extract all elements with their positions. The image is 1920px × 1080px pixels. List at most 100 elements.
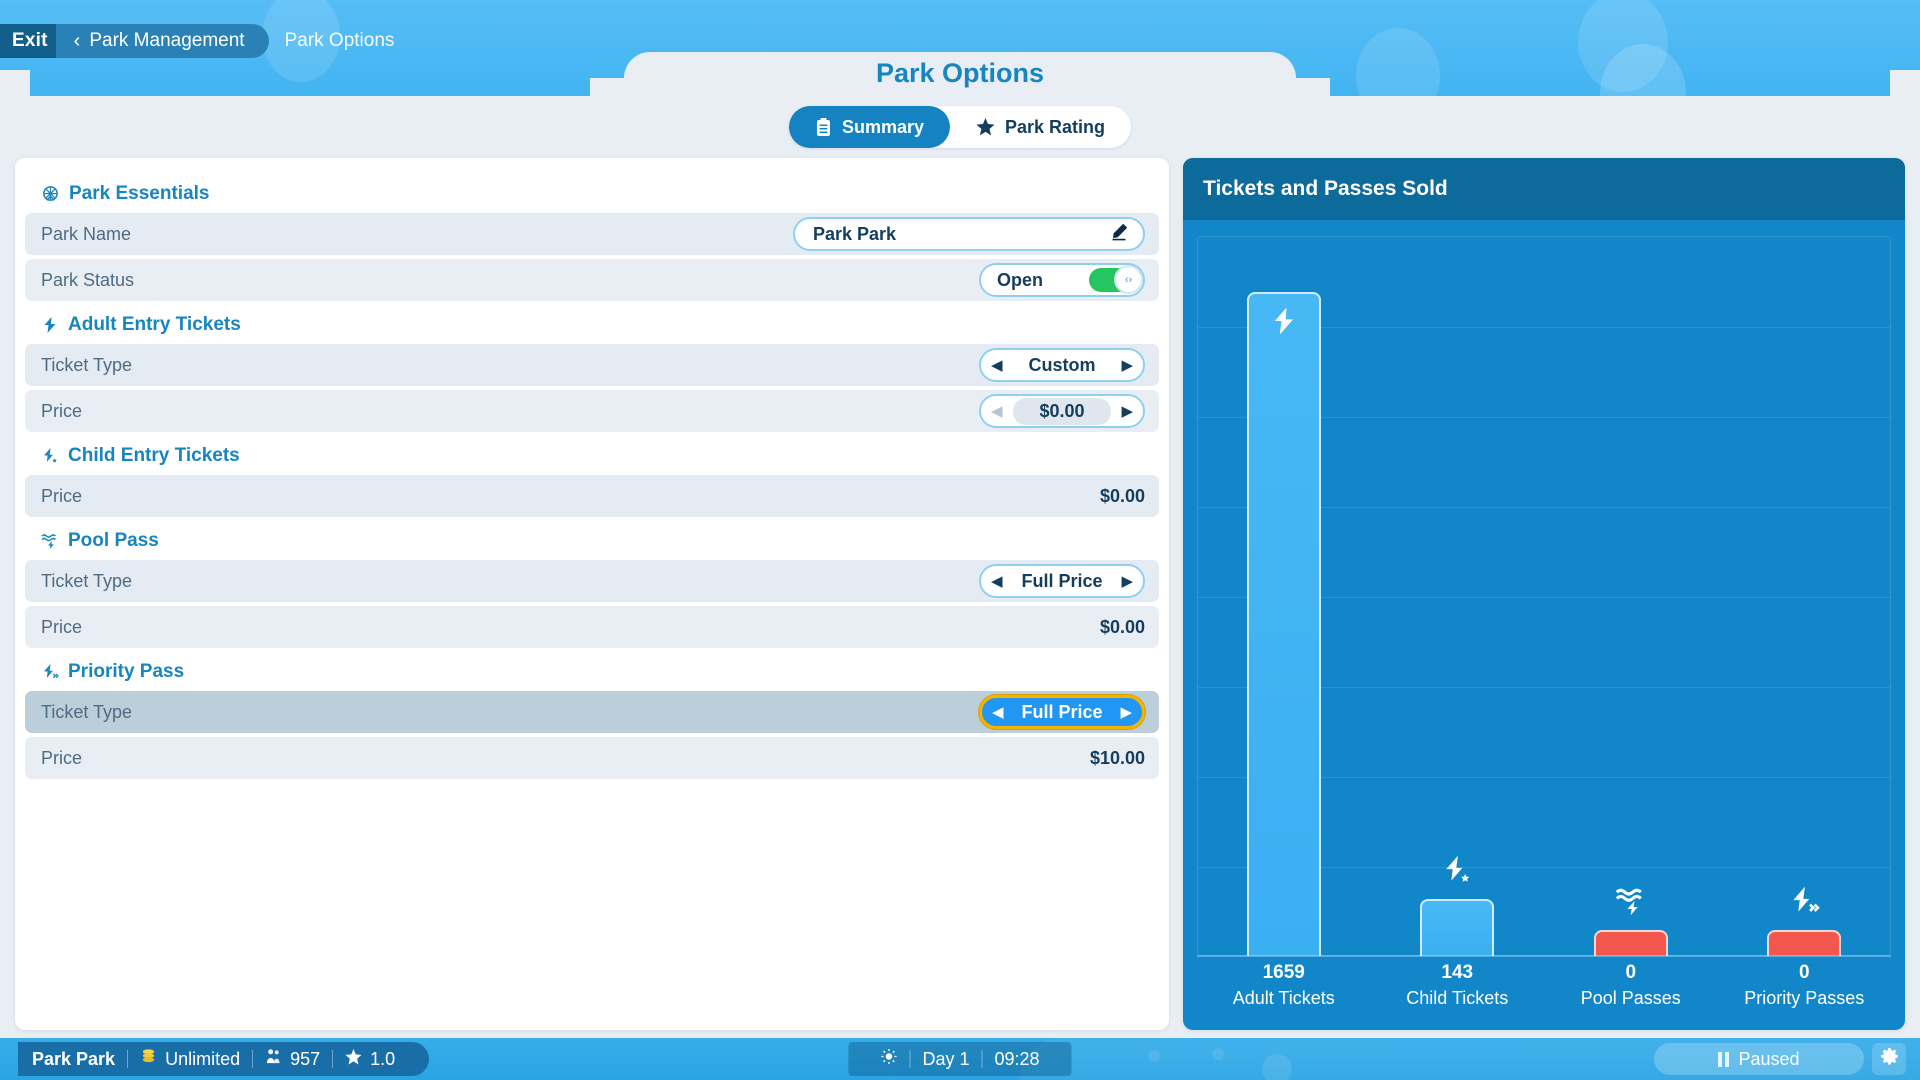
status-rating: 1.0 [333, 1048, 407, 1070]
section-title: Adult Entry Tickets [68, 314, 241, 335]
chart-category: Pool Passes [1580, 987, 1681, 1008]
section-header-adult-entry-tickets: Adult Entry Tickets [25, 305, 1159, 344]
chart-bars [1197, 236, 1891, 956]
row-park-name: Park Name Park Park [25, 213, 1159, 255]
status-bar-time-info: Day 1 09:28 [848, 1042, 1072, 1076]
row-label: Price [41, 616, 83, 637]
pool-pass-icon [1614, 885, 1648, 922]
guests-icon [265, 1048, 282, 1070]
section-title: Park Essentials [69, 183, 210, 204]
adult-ticket-type-spinner[interactable]: ◀ Custom ▶ [979, 348, 1145, 382]
pool-price-value: $0.00 [1099, 616, 1145, 637]
sun-icon [880, 1048, 897, 1070]
chart-bar [1767, 930, 1842, 956]
breadcrumb-park-management[interactable]: ‹ Park Management [55, 24, 269, 58]
row-label: Ticket Type [41, 570, 133, 591]
chart-value: 0 [1625, 962, 1637, 983]
pause-button[interactable]: Paused [1654, 1043, 1864, 1075]
chart-category: Child Tickets [1406, 987, 1509, 1008]
chart-axis-labels: 1659 Adult Tickets 143 Child Tickets 0 Pool P… [1197, 961, 1891, 1010]
child-ticket-icon [1440, 854, 1474, 891]
child-ticket-icon [41, 447, 59, 465]
park-status-toggle[interactable]: Open ‹› [979, 263, 1145, 297]
pool-pass-icon [41, 532, 59, 550]
pencil-icon[interactable] [1109, 222, 1129, 247]
tab-park-rating-label: Park Rating [1005, 116, 1106, 137]
banner-corner-left [0, 70, 30, 100]
priority-ticket-type-value: Full Price [1021, 701, 1103, 722]
status-money-value: Unlimited [165, 1048, 241, 1069]
clipboard-icon [815, 117, 832, 137]
status-guests: 957 [253, 1048, 332, 1070]
pool-ticket-type-value: Full Price [1021, 570, 1103, 591]
row-pool-price: Price $0.00 [25, 606, 1159, 648]
row-priority-price: Price $10.00 [25, 737, 1159, 779]
adult-ticket-type-value: Custom [1028, 354, 1096, 375]
pause-icon [1718, 1051, 1730, 1067]
pool-ticket-type-spinner[interactable]: ◀ Full Price ▶ [979, 564, 1145, 598]
section-title: Pool Pass [68, 530, 159, 551]
row-label: Price [41, 747, 83, 768]
chart-value: 143 [1441, 962, 1474, 983]
spinner-right-arrow-icon[interactable]: ▶ [1121, 358, 1133, 373]
status-bar: Park Park Unlimited 957 1.0 Day 1 09:28 … [0, 1038, 1920, 1080]
section-header-pool-pass: Pool Pass [25, 521, 1159, 560]
park-name-input[interactable]: Park Park [793, 217, 1145, 251]
status-bar-controls: Paused [1654, 1043, 1906, 1075]
tab-park-rating[interactable]: Park Rating [950, 106, 1131, 148]
spinner-left-arrow-icon[interactable]: ◀ [991, 358, 1003, 373]
row-label: Park Status [41, 269, 135, 290]
coins-icon [140, 1048, 157, 1070]
chart-category: Adult Tickets [1232, 987, 1335, 1008]
ferris-wheel-icon [41, 185, 60, 204]
spinner-right-arrow-icon[interactable]: ▶ [1121, 404, 1133, 419]
priority-ticket-type-spinner[interactable]: ◀ Full Price ▶ [979, 695, 1145, 729]
tickets-and-passes-chart-panel: Tickets and Passes Sold 1659 Adult Ticket… [1183, 158, 1905, 1030]
ticket-icon [41, 316, 59, 334]
section-header-child-entry-tickets: Child Entry Tickets [25, 436, 1159, 475]
exit-button[interactable]: Exit [0, 24, 62, 58]
spinner-left-arrow-icon[interactable]: ◀ [991, 574, 1003, 589]
tab-bar: Summary Park Rating [788, 106, 1132, 148]
spinner-right-arrow-icon[interactable]: ▶ [1121, 574, 1133, 589]
ticket-icon [1269, 306, 1299, 341]
chart-category: Priority Passes [1744, 987, 1865, 1008]
status-park-name: Park Park [32, 1048, 116, 1069]
chart-bar [1246, 292, 1321, 956]
chevron-left-icon: ‹ [73, 30, 81, 52]
status-rating-value: 1.0 [370, 1048, 396, 1069]
chart-bar-column [1729, 236, 1879, 956]
section-title: Priority Pass [68, 661, 185, 682]
section-header-park-essentials: Park Essentials [25, 174, 1159, 213]
chart-bar [1420, 899, 1495, 956]
chart-label: 143 Child Tickets [1382, 961, 1532, 1010]
chart-label: 0 Priority Passes [1729, 961, 1879, 1010]
row-label: Price [41, 400, 83, 421]
row-park-status: Park Status Open ‹› [25, 259, 1159, 301]
status-day: Day 1 [922, 1048, 970, 1069]
adult-price-spinner[interactable]: ◀ $0.00 ▶ [979, 394, 1145, 428]
row-adult-ticket-type: Ticket Type ◀ Custom ▶ [25, 344, 1159, 386]
spinner-left-arrow-icon[interactable]: ◀ [992, 705, 1004, 720]
child-price-value: $0.00 [1099, 485, 1145, 506]
tab-summary[interactable]: Summary [788, 106, 951, 148]
weather-indicator [868, 1048, 909, 1070]
row-label: Price [41, 485, 83, 506]
chart-label: 0 Pool Passes [1556, 961, 1706, 1010]
adult-price-value: $0.00 [1013, 397, 1111, 425]
chart-value: 1659 [1262, 962, 1305, 983]
park-status-value: Open [997, 269, 1044, 290]
breadcrumb: Exit ‹ Park Management Park Options [0, 24, 394, 58]
status-time: 09:28 [994, 1048, 1040, 1069]
settings-button[interactable] [1872, 1043, 1906, 1075]
spinner-right-arrow-icon[interactable]: ▶ [1120, 705, 1132, 720]
toggle-switch[interactable]: ‹› [1089, 265, 1143, 294]
priority-price-value: $10.00 [1089, 747, 1145, 768]
star-icon [345, 1048, 362, 1070]
status-bar-dot [1262, 1054, 1292, 1080]
breadcrumb-current-label: Park Options [284, 30, 395, 51]
chart-bar-column [1382, 236, 1532, 956]
spinner-left-arrow-icon: ◀ [991, 402, 1003, 420]
park-name-value: Park Park [813, 223, 897, 244]
chart-title: Tickets and Passes Sold [1183, 158, 1905, 220]
